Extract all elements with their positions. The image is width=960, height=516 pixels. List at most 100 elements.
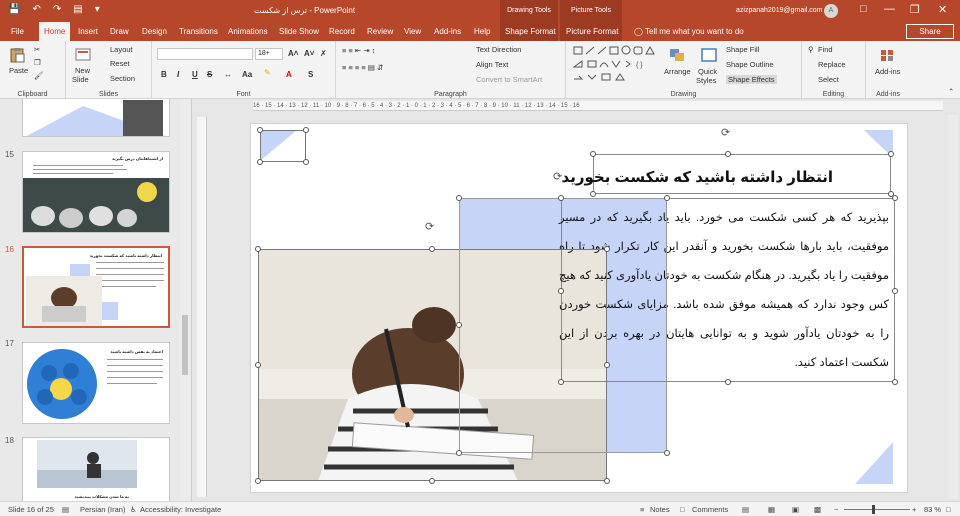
search-icon[interactable]: ⚲ — [808, 45, 814, 54]
resize-handle[interactable] — [590, 151, 596, 157]
shape-effects-button[interactable]: Shape Effects — [726, 75, 777, 84]
normal-view-icon[interactable]: ▤ — [742, 505, 749, 514]
tab-file[interactable]: File — [11, 22, 24, 41]
tab-picture-format[interactable]: Picture Format — [566, 22, 618, 41]
language-indicator[interactable]: Persian (Iran) — [80, 505, 125, 514]
collapse-ribbon-icon[interactable]: ⌃ — [948, 87, 954, 96]
quick-styles-label[interactable]: Quick — [698, 67, 717, 76]
resize-handle[interactable] — [892, 195, 898, 201]
resize-handle[interactable] — [604, 362, 610, 368]
thumbnail-15[interactable]: از اشتباهاتتان درس بگیرید — [22, 151, 170, 233]
avatar[interactable]: A — [824, 4, 838, 18]
tab-slide-show[interactable]: Slide Show — [279, 22, 319, 41]
change-case-icon[interactable]: Aa — [242, 70, 252, 79]
cut-icon[interactable]: ✂ — [34, 45, 40, 54]
reset-button[interactable]: Reset — [110, 59, 130, 68]
bullets-icon[interactable]: ≡ ≡ ⇤ ⇥ ↕ — [342, 46, 375, 55]
resize-handle[interactable] — [590, 191, 596, 197]
vertical-ruler[interactable] — [197, 117, 207, 497]
thumbnail-16[interactable]: انتظار داشته باشید که شکست بخورید — [22, 246, 170, 328]
shape-outline-button[interactable]: Shape Outline — [726, 60, 774, 69]
font-color-icon[interactable]: A — [286, 70, 292, 79]
zoom-out-icon[interactable]: − — [834, 505, 838, 514]
highlight-icon[interactable]: ✎ — [264, 68, 271, 77]
resize-handle[interactable] — [558, 195, 564, 201]
rotate-handle-icon[interactable]: ⟳ — [425, 220, 434, 233]
tab-insert[interactable]: Insert — [78, 22, 98, 41]
section-button[interactable]: Section — [110, 74, 135, 83]
resize-handle[interactable] — [257, 159, 263, 165]
align-text-button[interactable]: Align Text — [476, 60, 508, 69]
italic-button[interactable]: I — [177, 70, 179, 79]
slide-title[interactable]: انتظار داشته باشید که شکست بخورید — [562, 168, 833, 186]
resize-handle[interactable] — [725, 151, 731, 157]
restore-icon[interactable]: ❐ — [910, 3, 920, 16]
resize-handle[interactable] — [558, 288, 564, 294]
tab-animations[interactable]: Animations — [228, 22, 268, 41]
tab-draw[interactable]: Draw — [110, 22, 129, 41]
start-presentation-icon[interactable]: ▤ — [73, 4, 82, 15]
rotate-handle-icon[interactable]: ⟳ — [553, 170, 562, 183]
comments-button[interactable]: Comments — [692, 505, 728, 514]
copy-icon[interactable]: ❐ — [34, 58, 41, 67]
resize-handle[interactable] — [892, 379, 898, 385]
comments-icon[interactable]: □ — [680, 505, 685, 514]
thumbnail-scrollbar-thumb[interactable] — [182, 315, 188, 375]
close-icon[interactable]: ✕ — [938, 3, 947, 16]
slideshow-icon[interactable]: ▩ — [814, 505, 821, 514]
font-name-combo[interactable] — [157, 48, 253, 60]
resize-handle[interactable] — [558, 379, 564, 385]
format-painter-icon[interactable]: 🖌 — [34, 71, 44, 80]
thumbnail-scrollbar[interactable] — [180, 99, 190, 501]
clear-formatting-icon[interactable]: ✗ — [320, 49, 327, 58]
shape-fill-button[interactable]: Shape Fill — [726, 45, 759, 54]
editor-scrollbar[interactable] — [948, 115, 958, 499]
tab-shape-format[interactable]: Shape Format — [505, 22, 556, 41]
resize-handle[interactable] — [257, 127, 263, 133]
zoom-in-icon[interactable]: + — [912, 505, 916, 514]
tell-me-search[interactable]: ◯ Tell me what you want to do — [634, 22, 744, 41]
redo-icon[interactable]: ↷ — [53, 4, 61, 15]
slide-canvas[interactable]: انتظار داشته باشید که شکست بخورید بپذیری… — [250, 123, 908, 493]
paste-button[interactable]: Paste — [9, 66, 28, 75]
resize-handle[interactable] — [725, 379, 731, 385]
resize-handle[interactable] — [456, 322, 462, 328]
zoom-slider-thumb[interactable] — [872, 505, 875, 514]
fit-slide-icon[interactable]: □ — [946, 505, 951, 514]
tab-record[interactable]: Record — [329, 22, 355, 41]
resize-handle[interactable] — [664, 450, 670, 456]
ribbon-display-icon[interactable]: □ — [860, 3, 867, 15]
tab-view[interactable]: View — [404, 22, 421, 41]
resize-handle[interactable] — [892, 288, 898, 294]
find-button[interactable]: Find — [818, 45, 833, 54]
tab-transitions[interactable]: Transitions — [179, 22, 218, 41]
user-account[interactable]: azizpanah2019@gmail.com — [736, 7, 823, 14]
replace-button[interactable]: Replace — [818, 60, 846, 69]
char-spacing-icon[interactable]: ↔ — [224, 70, 232, 79]
quick-styles-label-2[interactable]: Styles — [696, 76, 716, 85]
quick-styles-icon[interactable] — [700, 47, 718, 63]
customize-qat-icon[interactable]: ▾ — [95, 4, 100, 15]
thumbnail-14[interactable] — [22, 99, 170, 137]
bold-button[interactable]: B — [161, 70, 167, 79]
resize-handle[interactable] — [255, 478, 261, 484]
thumbnail-17[interactable]: اعتماد به نفس داشته باشید — [22, 342, 170, 424]
tab-help[interactable]: Help — [474, 22, 490, 41]
resize-handle[interactable] — [255, 246, 261, 252]
thumbnail-18[interactable]: به ما شدن مشکلات بیندیشید — [22, 437, 170, 501]
notes-icon[interactable]: ≡ — [640, 505, 644, 514]
resize-handle[interactable] — [429, 478, 435, 484]
slide-sorter-icon[interactable]: ▦ — [768, 505, 775, 514]
resize-handle[interactable] — [456, 195, 462, 201]
shapes-gallery-icon[interactable]: { } — [572, 45, 662, 83]
notes-button[interactable]: Notes — [650, 505, 670, 514]
text-shadow-icon[interactable]: S — [308, 70, 313, 79]
horizontal-ruler[interactable]: 16 · 15 · 14 · 13 · 12 · 11 · 10 · 9 · 8… — [253, 101, 943, 111]
decrease-font-icon[interactable]: A˅ — [304, 49, 314, 58]
paste-icon[interactable] — [8, 47, 26, 63]
accessibility-icon[interactable]: ♿ — [130, 505, 137, 514]
underline-button[interactable]: U — [192, 70, 198, 79]
increase-font-icon[interactable]: A˄ — [288, 49, 298, 58]
align-icons[interactable]: ≡ ≡ ≡ ≡ ▤ ⇵ — [342, 63, 383, 72]
arrange-icon[interactable] — [668, 47, 686, 63]
